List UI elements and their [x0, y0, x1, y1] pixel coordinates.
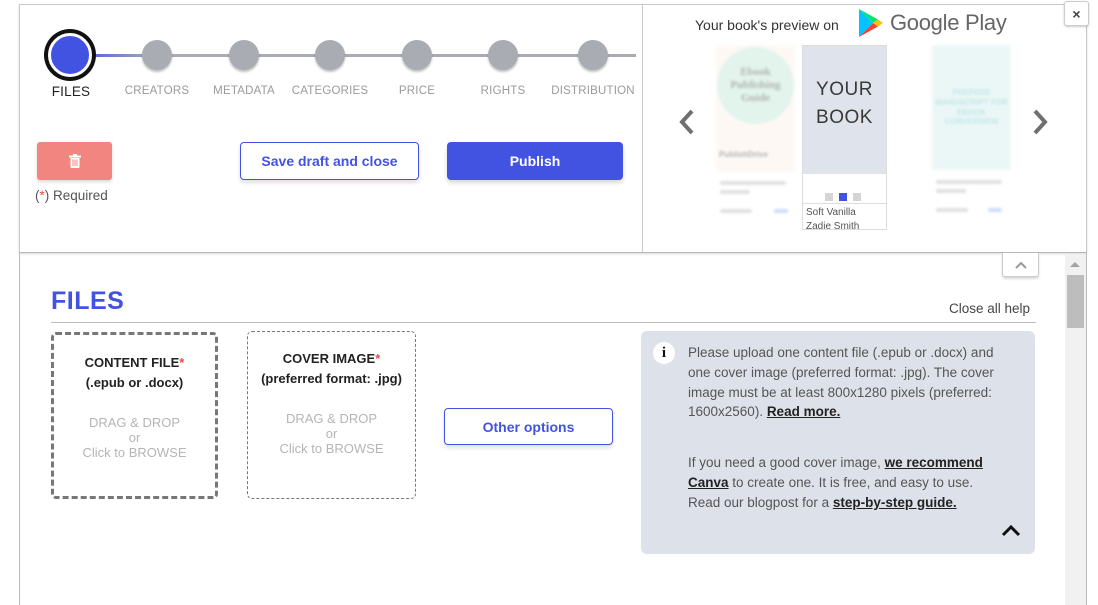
book-title-text: Soft Vanilla [806, 207, 856, 218]
cover-line-2: BOOK [816, 107, 873, 128]
book-rating [936, 208, 968, 212]
help-paragraph-1: Please upload one content file (.epub or… [688, 343, 998, 422]
step-dot-price[interactable] [402, 40, 432, 70]
hint-drag-drop: DRAG & DROP [88, 415, 180, 430]
close-button[interactable]: × [1064, 1, 1089, 26]
dropzone-title: CONTENT FILE* (.epub or .docx) [54, 353, 215, 392]
read-more-link[interactable]: Read more. [767, 404, 841, 419]
section-title: FILES [51, 287, 125, 315]
carousel-next-button[interactable] [1032, 108, 1050, 142]
chevron-right-icon [1033, 109, 1048, 135]
step-dot-metadata[interactable] [229, 40, 259, 70]
progress-stepper: FILES CREATORS METADATA CATEGORIES PRICE… [20, 5, 642, 115]
required-legend: (*) Required [35, 188, 108, 203]
hint-browse: Click to BROWSE [279, 440, 384, 456]
info-icon: i [653, 342, 675, 364]
book-meta-line [936, 189, 966, 193]
book-preview-yours[interactable]: YOUR BOOK Soft Vanilla Zadie Smith [802, 45, 887, 230]
carousel-dots [825, 193, 861, 201]
book-cover: PREPARE MANUSCRIPT FOR EBOOK CONVERSION [932, 45, 1011, 170]
step-connector [156, 54, 636, 57]
google-play-wordmark: Google Play [890, 10, 1007, 35]
dropzone-subtitle: (preferred format: .jpg) [261, 370, 402, 386]
book-preview-left[interactable]: Ebook Publishing Guide PublishDrive [716, 45, 796, 225]
step-dot-creators[interactable] [142, 40, 172, 70]
help-text: Please upload one content file (.epub or… [688, 345, 994, 420]
dropzone-hint: DRAG & DROP or Click to BROWSE [54, 415, 215, 461]
book-cover: Ebook Publishing Guide PublishDrive [716, 45, 795, 172]
step-dot-rights[interactable] [488, 40, 518, 70]
carousel-dot-active[interactable] [839, 193, 847, 201]
step-dot-files[interactable] [48, 33, 92, 77]
other-options-button[interactable]: Other options [444, 408, 613, 445]
step-label-distribution[interactable]: DISTRIBUTION [543, 85, 643, 97]
cover-brand: PublishDrive [719, 150, 768, 159]
delete-button[interactable] [37, 142, 112, 180]
content-file-dropzone[interactable]: CONTENT FILE* (.epub or .docx) DRAG & DR… [51, 332, 218, 499]
book-meta-line [720, 190, 750, 194]
chevron-up-icon [1001, 524, 1021, 537]
preview-heading: Your book's preview on [695, 17, 839, 33]
scrollbar-thumb[interactable] [1067, 275, 1084, 328]
step-label-rights[interactable]: RIGHTS [453, 85, 553, 97]
section-divider [51, 322, 1036, 323]
book-rating [720, 209, 752, 213]
carousel-dot[interactable] [825, 193, 833, 201]
publishing-header-panel: FILES CREATORS METADATA CATEGORIES PRICE… [19, 4, 1087, 253]
google-play-logo: Google Play [858, 8, 1007, 38]
chevron-left-icon [679, 109, 694, 135]
hint-drag-drop: DRAG & DROP [285, 411, 377, 426]
book-preview-right[interactable]: PREPARE MANUSCRIPT FOR EBOOK CONVERSION [932, 45, 1012, 225]
hint-browse: Click to BROWSE [82, 444, 187, 460]
cover-line-1: YOUR [816, 79, 873, 101]
help-text: If you need a good cover image, [688, 455, 885, 470]
close-all-help-link[interactable]: Close all help [949, 301, 1030, 316]
stepper-and-actions: FILES CREATORS METADATA CATEGORIES PRICE… [20, 5, 642, 252]
book-price [988, 208, 1002, 212]
collapse-help-button[interactable] [1000, 522, 1024, 540]
step-dot-distribution[interactable] [578, 40, 608, 70]
step-label-creators[interactable]: CREATORS [107, 85, 207, 97]
required-star: * [179, 355, 185, 370]
card-divider [803, 203, 886, 204]
step-label-categories[interactable]: CATEGORIES [280, 85, 380, 97]
help-panel: i Please upload one content file (.epub … [641, 331, 1035, 554]
save-draft-button[interactable]: Save draft and close [240, 142, 419, 180]
scroll-up-arrow-icon[interactable] [1070, 262, 1080, 267]
required-star: * [375, 351, 381, 366]
google-play-icon [859, 9, 883, 37]
carousel-dot[interactable] [853, 193, 861, 201]
book-author-text: Zadie Smith [806, 221, 860, 230]
step-label-metadata[interactable]: METADATA [194, 85, 294, 97]
hint-or: or [128, 429, 141, 445]
hint-or: or [325, 425, 338, 441]
dropzone-title: COVER IMAGE* (preferred format: .jpg) [248, 349, 415, 388]
cover-title: Ebook Publishing Guide [717, 47, 794, 124]
trash-icon [68, 154, 81, 168]
carousel-prev-button[interactable] [677, 108, 695, 142]
dropzone-hint: DRAG & DROP or Click to BROWSE [248, 411, 415, 457]
book-meta-line [936, 180, 1002, 184]
dropzone-title-text: CONTENT FILE [84, 355, 180, 370]
step-label-files[interactable]: FILES [21, 84, 121, 99]
publish-button[interactable]: Publish [447, 142, 623, 180]
panel-divider [642, 5, 643, 252]
dropzone-subtitle: (.epub or .docx) [85, 374, 184, 390]
help-paragraph-2: If you need a good cover image, we recom… [688, 453, 998, 512]
cover-image-dropzone[interactable]: COVER IMAGE* (preferred format: .jpg) DR… [247, 331, 416, 499]
your-book-cover: YOUR BOOK [803, 46, 886, 174]
step-by-step-guide-link[interactable]: step-by-step guide. [833, 495, 957, 510]
vertical-scrollbar[interactable] [1065, 254, 1086, 605]
step-dot-categories[interactable] [315, 40, 345, 70]
required-text: ) Required [44, 188, 108, 203]
book-price [774, 209, 788, 213]
step-label-price[interactable]: PRICE [367, 85, 467, 97]
book-meta-line [720, 181, 786, 185]
dropzone-title-text: COVER IMAGE [282, 351, 376, 366]
